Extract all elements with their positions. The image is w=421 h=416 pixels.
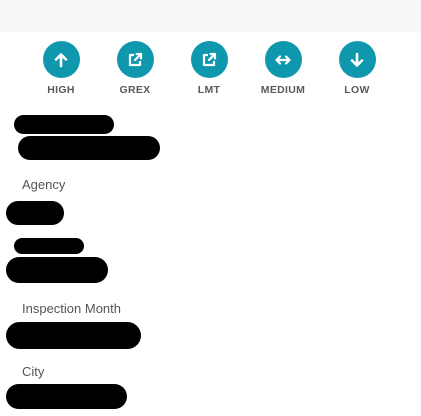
high-button[interactable]: HIGH bbox=[29, 41, 93, 101]
agency-label: Agency bbox=[22, 177, 66, 192]
grex-label: GREX bbox=[119, 84, 151, 96]
arrows-horizontal-icon bbox=[264, 41, 302, 78]
inspection-month-label: Inspection Month bbox=[22, 301, 122, 316]
redacted-field-label bbox=[14, 238, 84, 254]
external-link-icon bbox=[190, 41, 228, 78]
redacted-city-value bbox=[6, 384, 127, 409]
arrow-up-icon bbox=[42, 41, 80, 78]
low-label: LOW bbox=[344, 84, 370, 96]
arrow-down-icon bbox=[338, 41, 376, 78]
header-strip bbox=[0, 0, 421, 32]
lmt-button[interactable]: LMT bbox=[177, 41, 241, 101]
redacted-agency-value bbox=[6, 201, 64, 225]
redacted-field-value bbox=[6, 257, 108, 283]
lmt-label: LMT bbox=[197, 84, 221, 96]
detail-panel: HIGH GREX LMT MEDIUM LOW Agency Inspecti… bbox=[0, 0, 421, 416]
redacted-title bbox=[14, 115, 114, 134]
city-label: City bbox=[22, 364, 45, 379]
redacted-subtitle bbox=[18, 136, 160, 160]
medium-label: MEDIUM bbox=[260, 84, 306, 96]
high-label: HIGH bbox=[47, 84, 75, 96]
redacted-inspection-month-value bbox=[6, 322, 141, 349]
low-button[interactable]: LOW bbox=[325, 41, 389, 101]
priority-action-bar: HIGH GREX LMT MEDIUM LOW bbox=[0, 41, 421, 101]
external-link-icon bbox=[116, 41, 154, 78]
medium-button[interactable]: MEDIUM bbox=[251, 41, 315, 101]
grex-button[interactable]: GREX bbox=[103, 41, 167, 101]
